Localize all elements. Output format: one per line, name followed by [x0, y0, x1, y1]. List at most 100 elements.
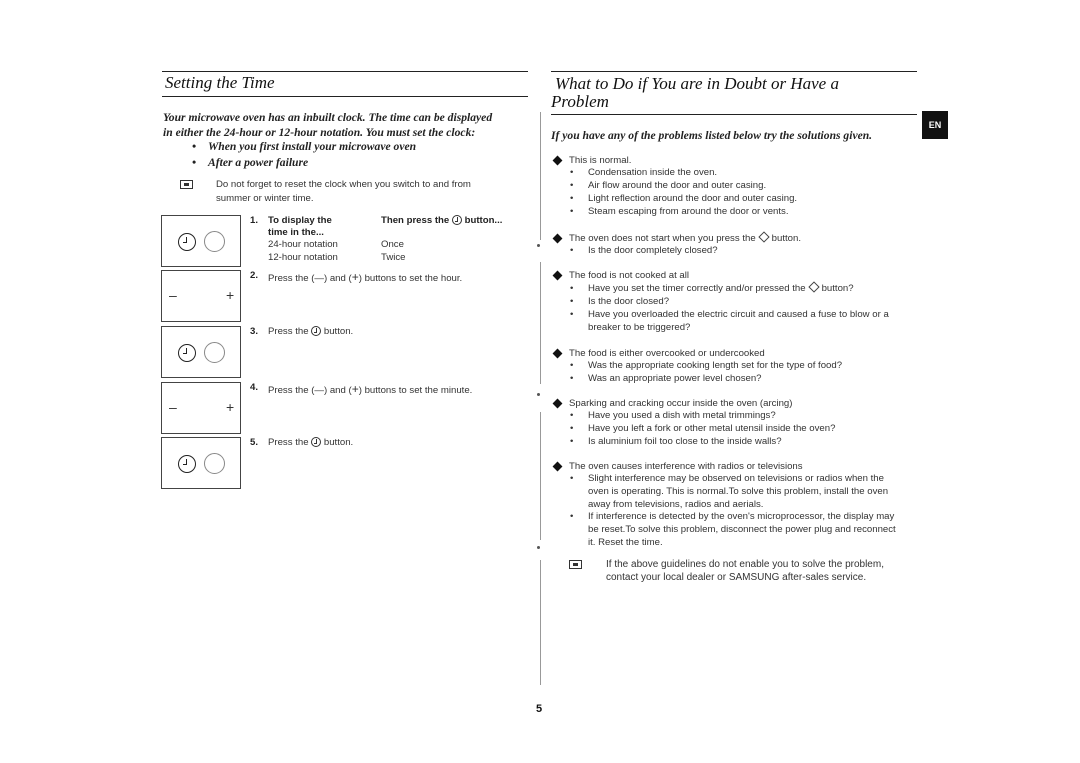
- solution-item: Have you used a dish with metal trimming…: [588, 410, 776, 421]
- step-4-post: ) buttons to set the minute.: [358, 385, 473, 396]
- step-4-number: 4.: [250, 382, 259, 393]
- left-intro-line-2: in either the 24-hour or 12-hour notatio…: [163, 126, 476, 139]
- control-panel-clock-2: [161, 326, 241, 378]
- bullet: •: [570, 180, 574, 191]
- clock-icon: [178, 344, 196, 362]
- plus-glyph: +: [351, 382, 359, 396]
- solution-item-cont: breaker to be triggered?: [588, 322, 691, 333]
- bullet: •: [570, 167, 574, 178]
- solution-item: Slight interference may be observed on t…: [588, 473, 884, 484]
- solution-item: Condensation inside the oven.: [588, 167, 718, 178]
- problem-heading-post: button.: [771, 233, 802, 244]
- diamond-bullet-icon: [552, 398, 563, 409]
- diamond-bullet-icon: [552, 348, 563, 359]
- binding-dot: [537, 393, 540, 396]
- bullet: •: [570, 206, 574, 217]
- language-badge: EN: [922, 111, 948, 139]
- step-1-number: 1.: [250, 215, 259, 226]
- problem-heading: The oven causes interference with radios…: [569, 461, 803, 472]
- plus-glyph: +: [351, 270, 359, 284]
- step-2-text: Press the (—) and (+) buttons to set the…: [268, 270, 462, 284]
- step-2-mid: ) and (: [323, 273, 352, 284]
- solution-item: Was an appropriate power level chosen?: [588, 373, 762, 384]
- notation-24-label: 24-hour notation: [268, 239, 338, 250]
- problem-heading: The oven does not start when you press t…: [569, 231, 802, 244]
- solution-item: If interference is detected by the oven'…: [588, 511, 895, 522]
- notation-24-presses: Once: [381, 239, 404, 250]
- minus-icon: –: [169, 287, 177, 303]
- control-panel-minus-plus-2: – +: [161, 382, 241, 434]
- button-circle-icon: [204, 453, 225, 474]
- diamond-bullet-icon: [552, 233, 563, 244]
- left-section-title: Setting the Time: [165, 73, 275, 92]
- condition-item: When you first install your microwave ov…: [208, 140, 417, 153]
- minus-icon: –: [169, 399, 177, 415]
- bullet: •: [570, 473, 574, 484]
- right-intro: If you have any of the problems listed b…: [551, 129, 873, 142]
- notation-12-presses: Twice: [381, 252, 406, 263]
- step-2-number: 2.: [250, 270, 259, 281]
- solution-post: button?: [821, 283, 854, 294]
- minus-glyph: —: [314, 385, 324, 396]
- left-intro-line-1: Your microwave oven has an inbuilt clock…: [163, 111, 493, 124]
- step-4-text: Press the (—) and (+) buttons to set the…: [268, 382, 472, 396]
- clock-icon: [178, 233, 196, 251]
- notation-12-label: 12-hour notation: [268, 252, 338, 263]
- button-circle-icon: [204, 342, 225, 363]
- step-1-col2-pre: Then press the: [381, 215, 450, 226]
- clock-button-icon: [311, 326, 322, 336]
- bullet: •: [570, 360, 574, 371]
- problem-heading-pre: The oven does not start when you press t…: [569, 233, 756, 244]
- solution-item: Air flow around the door and outer casin…: [588, 180, 767, 191]
- right-section-title-line-2: Problem: [551, 92, 609, 111]
- bullet: •: [570, 410, 574, 421]
- step-2-pre: Press the (: [268, 273, 315, 284]
- bullet: •: [570, 193, 574, 204]
- control-panel-clock-3: [161, 437, 241, 489]
- note-icon: [569, 560, 582, 569]
- step-5-number: 5.: [250, 437, 259, 448]
- plus-icon: +: [226, 399, 235, 415]
- step-4-mid: ) and (: [323, 385, 352, 396]
- solution-item: Have you left a fork or other metal uten…: [588, 423, 836, 434]
- step-5-post: button.: [323, 437, 354, 448]
- condition-bullet: •: [192, 156, 197, 169]
- step-3-text: Press the button.: [268, 326, 353, 337]
- problem-heading: Sparking and cracking occur inside the o…: [569, 398, 793, 409]
- condition-bullet: •: [192, 140, 197, 153]
- problem-heading: This is normal.: [569, 155, 632, 166]
- diamond-bullet-icon: [552, 270, 563, 281]
- bullet: •: [570, 511, 574, 522]
- left-note-line-2: summer or winter time.: [216, 193, 314, 204]
- note-icon: [180, 180, 193, 189]
- step-4-pre: Press the (: [268, 385, 315, 396]
- binding-dot: [537, 546, 540, 549]
- solution-item-cont: be reset.To solve this problem, disconne…: [588, 524, 896, 535]
- step-3-pre: Press the: [268, 326, 309, 337]
- diamond-bullet-icon: [552, 461, 563, 472]
- bullet: •: [570, 436, 574, 447]
- start-button-icon: [807, 281, 820, 293]
- clock-button-icon: [451, 215, 462, 225]
- right-title-top-rule: [551, 71, 917, 72]
- bullet: •: [570, 309, 574, 320]
- solution-item: Have you overloaded the electric circuit…: [588, 309, 889, 320]
- binding-dot: [537, 244, 540, 247]
- solution-item-cont: it. Reset the time.: [588, 537, 663, 548]
- button-circle-icon: [204, 231, 225, 252]
- column-divider: [540, 412, 541, 540]
- solution-item: Have you set the timer correctly and/or …: [588, 281, 854, 294]
- step-2-post: ) buttons to set the hour.: [358, 273, 463, 284]
- plus-icon: +: [226, 287, 235, 303]
- solution-item: Light reflection around the door and out…: [588, 193, 798, 204]
- diamond-bullet-icon: [552, 155, 563, 166]
- column-divider: [540, 112, 541, 240]
- column-divider: [540, 560, 541, 685]
- left-note-line-1: Do not forget to reset the clock when yo…: [216, 179, 471, 190]
- bullet: •: [570, 423, 574, 434]
- solution-item-cont: oven is operating. This is normal.To sol…: [588, 486, 889, 497]
- right-title-bottom-rule: [551, 114, 917, 115]
- solution-item-cont: away from televisions, radios and aerial…: [588, 499, 764, 510]
- step-1-col2-post: button...: [464, 215, 503, 226]
- clock-button-icon: [311, 437, 322, 447]
